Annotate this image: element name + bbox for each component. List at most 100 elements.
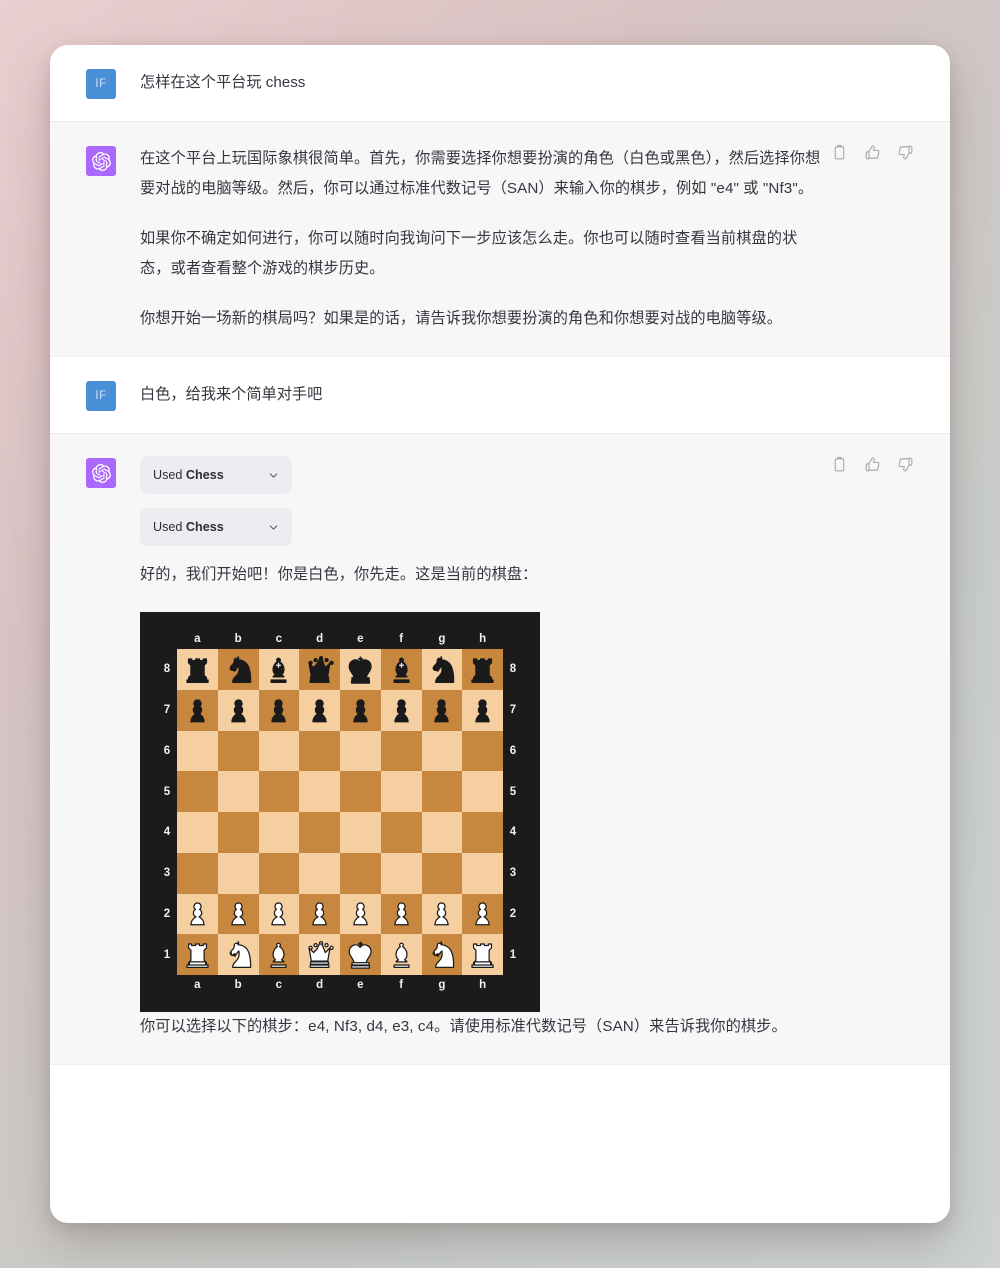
square-c7[interactable] [258,689,300,731]
black-pawn-icon[interactable] [302,693,337,728]
square-d7[interactable] [299,689,340,731]
square-c8[interactable] [258,649,300,690]
black-pawn-icon[interactable] [343,693,378,728]
tool-chip-chess[interactable]: Used Chess [140,456,292,494]
chevron-down-icon[interactable] [267,521,280,534]
square-b6[interactable] [217,730,259,772]
square-f6[interactable] [380,730,422,772]
square-d6[interactable] [299,730,340,772]
copy-icon[interactable] [831,456,848,473]
square-d1[interactable] [299,934,340,975]
square-g1[interactable] [421,934,463,975]
square-h1[interactable] [462,934,503,975]
thumbs-up-icon[interactable] [864,144,881,161]
square-b2[interactable] [217,893,259,935]
square-g3[interactable] [421,852,463,894]
black-queen-icon[interactable] [302,652,337,687]
tool-chip-chess[interactable]: Used Chess [140,508,292,546]
square-h3[interactable] [462,852,503,894]
square-e5[interactable] [340,771,381,812]
black-pawn-icon[interactable] [221,693,256,728]
square-a8[interactable] [177,649,218,690]
square-e2[interactable] [340,893,381,935]
square-a6[interactable] [177,730,218,772]
black-bishop-icon[interactable] [261,652,296,687]
square-a4[interactable] [177,812,218,853]
white-knight-icon[interactable] [221,937,256,972]
square-h7[interactable] [462,689,503,731]
black-pawn-icon[interactable] [384,693,419,728]
square-e4[interactable] [340,812,381,853]
square-d5[interactable] [299,771,340,812]
square-b5[interactable] [217,771,259,812]
square-g4[interactable] [421,812,463,853]
white-king-icon[interactable] [343,937,378,972]
square-g5[interactable] [421,771,463,812]
thumbs-down-icon[interactable] [897,144,914,161]
square-c6[interactable] [258,730,300,772]
white-queen-icon[interactable] [302,937,337,972]
square-a7[interactable] [177,689,218,731]
square-f7[interactable] [380,689,422,731]
square-h8[interactable] [462,649,503,690]
white-pawn-icon[interactable] [261,896,296,931]
square-e1[interactable] [340,934,381,975]
white-bishop-icon[interactable] [261,937,296,972]
square-b3[interactable] [217,852,259,894]
thumbs-down-icon[interactable] [897,456,914,473]
white-pawn-icon[interactable] [384,896,419,931]
white-bishop-icon[interactable] [384,937,419,972]
square-e3[interactable] [340,852,381,894]
square-f3[interactable] [380,852,422,894]
square-f4[interactable] [380,812,422,853]
square-g7[interactable] [421,689,463,731]
square-h5[interactable] [462,771,503,812]
square-d3[interactable] [299,852,340,894]
square-d2[interactable] [299,893,340,935]
square-a5[interactable] [177,771,218,812]
white-pawn-icon[interactable] [465,896,500,931]
black-bishop-icon[interactable] [384,652,419,687]
square-h6[interactable] [462,730,503,772]
square-b7[interactable] [217,689,259,731]
white-rook-icon[interactable] [465,937,500,972]
black-knight-icon[interactable] [424,652,459,687]
square-h4[interactable] [462,812,503,853]
black-rook-icon[interactable] [465,652,500,687]
white-pawn-icon[interactable] [343,896,378,931]
square-e7[interactable] [340,689,381,731]
white-pawn-icon[interactable] [424,896,459,931]
square-c1[interactable] [258,934,300,975]
square-e6[interactable] [340,730,381,772]
white-knight-icon[interactable] [424,937,459,972]
black-pawn-icon[interactable] [261,693,296,728]
square-b1[interactable] [217,934,259,975]
black-pawn-icon[interactable] [465,693,500,728]
square-f5[interactable] [380,771,422,812]
white-rook-icon[interactable] [180,937,215,972]
square-a2[interactable] [177,893,218,935]
square-c5[interactable] [258,771,300,812]
square-e8[interactable] [340,649,381,690]
white-pawn-icon[interactable] [302,896,337,931]
square-b8[interactable] [217,649,259,690]
square-a3[interactable] [177,852,218,894]
square-d4[interactable] [299,812,340,853]
square-d8[interactable] [299,649,340,690]
black-rook-icon[interactable] [180,652,215,687]
square-c3[interactable] [258,852,300,894]
chevron-down-icon[interactable] [267,469,280,482]
square-g6[interactable] [421,730,463,772]
copy-icon[interactable] [831,144,848,161]
white-pawn-icon[interactable] [180,896,215,931]
black-knight-icon[interactable] [221,652,256,687]
square-f1[interactable] [380,934,422,975]
black-king-icon[interactable] [343,652,378,687]
square-b4[interactable] [217,812,259,853]
white-pawn-icon[interactable] [221,896,256,931]
square-c4[interactable] [258,812,300,853]
black-pawn-icon[interactable] [424,693,459,728]
square-a1[interactable] [177,934,218,975]
square-g2[interactable] [421,893,463,935]
square-f8[interactable] [380,649,422,690]
